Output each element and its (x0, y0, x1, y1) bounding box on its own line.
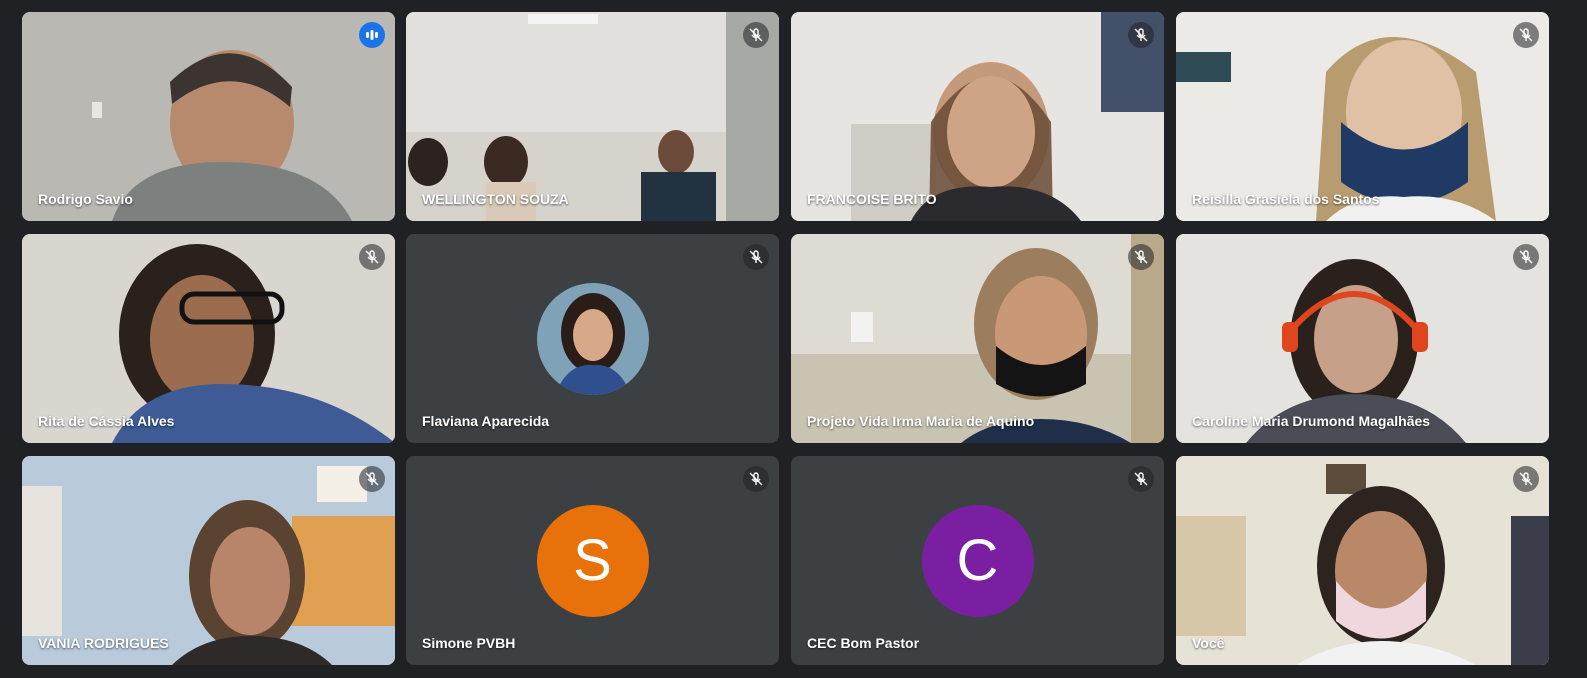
mic-off-icon (1513, 244, 1539, 270)
participant-tile-simone-pvbh[interactable]: S Simone PVBH (406, 456, 779, 665)
video-feed (22, 234, 395, 443)
participant-grid: Rodrigo Savio WELLINGTON SOUZA FRANCOISE… (0, 0, 1587, 678)
video-feed (22, 12, 395, 221)
participant-name: VANIA RODRIGUES (38, 635, 169, 651)
participant-name: FRANCOISE BRITO (807, 191, 937, 207)
participant-name: Você (1192, 635, 1225, 651)
initial-avatar: S (536, 504, 649, 617)
participant-name: Rita de Cássia Alves (38, 413, 175, 429)
participant-tile-cec-bom-pastor[interactable]: C CEC Bom Pastor (791, 456, 1164, 665)
mic-off-icon (743, 244, 769, 270)
audio-level-icon (359, 22, 385, 48)
video-feed (22, 456, 395, 665)
video-feed (406, 12, 779, 221)
participant-tile-caroline-maria[interactable]: Caroline Maria Drumond Magalhães (1176, 234, 1549, 443)
participant-tile-wellington-souza[interactable]: WELLINGTON SOUZA (406, 12, 779, 221)
participant-name: Flaviana Aparecida (422, 413, 550, 429)
mic-off-icon (1128, 244, 1154, 270)
participant-tile-projeto-vida[interactable]: Projeto Vida Irma Maria de Aquino (791, 234, 1164, 443)
participant-tile-flaviana-aparecida[interactable]: Flaviana Aparecida (406, 234, 779, 443)
mic-off-icon (359, 466, 385, 492)
participant-name: Projeto Vida Irma Maria de Aquino (807, 413, 1035, 429)
participant-tile-francoise-brito[interactable]: FRANCOISE BRITO (791, 12, 1164, 221)
video-feed (1176, 234, 1549, 443)
mic-off-icon (359, 244, 385, 270)
participant-tile-vania-rodrigues[interactable]: VANIA RODRIGUES (22, 456, 395, 665)
participant-name: Rodrigo Savio (38, 191, 133, 207)
participant-tile-rodrigo-savio[interactable]: Rodrigo Savio (22, 12, 395, 221)
mic-off-icon (743, 22, 769, 48)
video-feed (791, 234, 1164, 443)
participant-name: CEC Bom Pastor (807, 635, 920, 651)
participant-name: Reisilla Grasiela dos Santos (1192, 191, 1380, 207)
participant-name: Simone PVBH (422, 635, 516, 651)
mic-off-icon (1513, 466, 1539, 492)
participant-tile-reisilla-grasiela[interactable]: Reisilla Grasiela dos Santos (1176, 12, 1549, 221)
participant-name: WELLINGTON SOUZA (422, 191, 569, 207)
video-feed (1176, 12, 1549, 221)
video-feed (1176, 456, 1549, 665)
mic-off-icon (743, 466, 769, 492)
participant-name: Caroline Maria Drumond Magalhães (1192, 413, 1431, 429)
mic-off-icon (1513, 22, 1539, 48)
profile-photo-avatar (536, 282, 649, 395)
participant-tile-self[interactable]: Você (1176, 456, 1549, 665)
video-feed (791, 12, 1164, 221)
mic-off-icon (1128, 466, 1154, 492)
participant-tile-rita-de-cassia[interactable]: Rita de Cássia Alves (22, 234, 395, 443)
mic-off-icon (1128, 22, 1154, 48)
initial-avatar: C (921, 504, 1034, 617)
